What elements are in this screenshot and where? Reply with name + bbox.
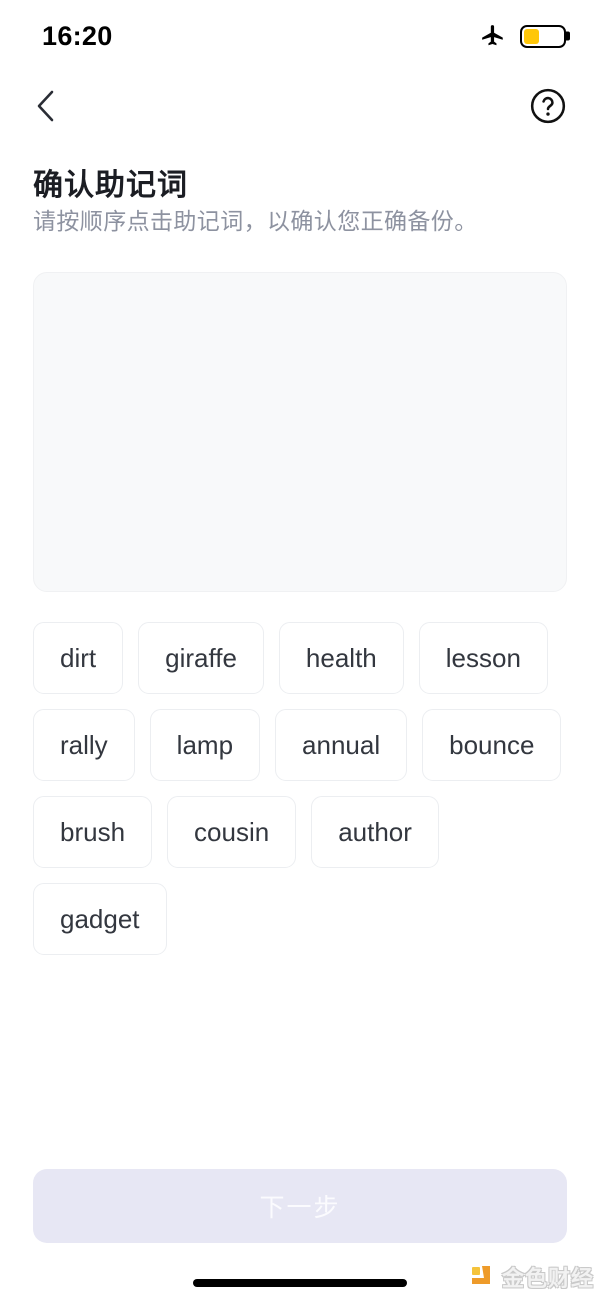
word-chip[interactable]: cousin (167, 796, 297, 868)
phone-screen: 16:20 确认助记词 请按顺序点击助记词，以确认您正确备份。 dirt gir… (0, 0, 600, 1299)
next-button[interactable]: 下一步 (33, 1169, 567, 1243)
help-button[interactable] (526, 84, 570, 128)
word-chip[interactable]: lesson (418, 622, 548, 694)
selected-words-area[interactable] (33, 272, 567, 592)
word-chip[interactable]: annual (275, 709, 408, 781)
watermark: 金色财经 (470, 1261, 594, 1293)
home-indicator (193, 1279, 407, 1287)
back-button[interactable] (24, 84, 68, 128)
status-time: 16:20 (42, 20, 113, 51)
word-pool: dirt giraffe health lesson rally lamp annual bo… (33, 622, 567, 955)
page-title: 确认助记词 (33, 169, 188, 202)
chevron-left-icon (37, 90, 54, 122)
airplane-mode-icon (482, 25, 503, 46)
word-chip[interactable]: dirt (33, 622, 124, 694)
word-chip[interactable]: health (278, 622, 404, 694)
word-chip[interactable]: bounce (422, 709, 562, 781)
word-chip[interactable]: brush (33, 796, 153, 868)
jinse-logo-icon (471, 1266, 490, 1284)
question-mark-circle-icon (530, 88, 566, 124)
watermark-text: 金色财经 (501, 1266, 594, 1291)
battery-icon (520, 24, 566, 48)
word-chip[interactable]: giraffe (138, 622, 264, 694)
word-chip[interactable]: lamp (149, 709, 261, 781)
nav-bar (0, 78, 600, 134)
status-bar: 16:20 (0, 0, 600, 72)
word-chip[interactable]: gadget (33, 883, 167, 955)
word-chip[interactable]: rally (33, 709, 135, 781)
page-subtitle: 请按顺序点击助记词，以确认您正确备份。 (33, 208, 478, 234)
word-chip[interactable]: author (311, 796, 439, 868)
status-indicators (480, 23, 566, 49)
